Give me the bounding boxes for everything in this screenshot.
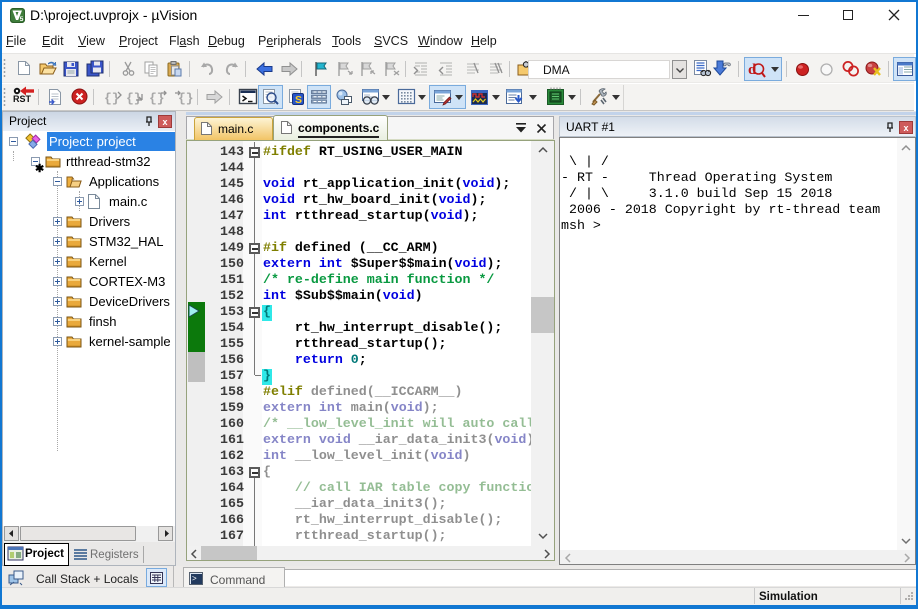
svg-text:{}: {} bbox=[126, 91, 142, 106]
svg-text:S: S bbox=[295, 94, 302, 106]
svg-text:{}: {} bbox=[104, 91, 120, 106]
svg-text:5: 5 bbox=[20, 16, 24, 23]
